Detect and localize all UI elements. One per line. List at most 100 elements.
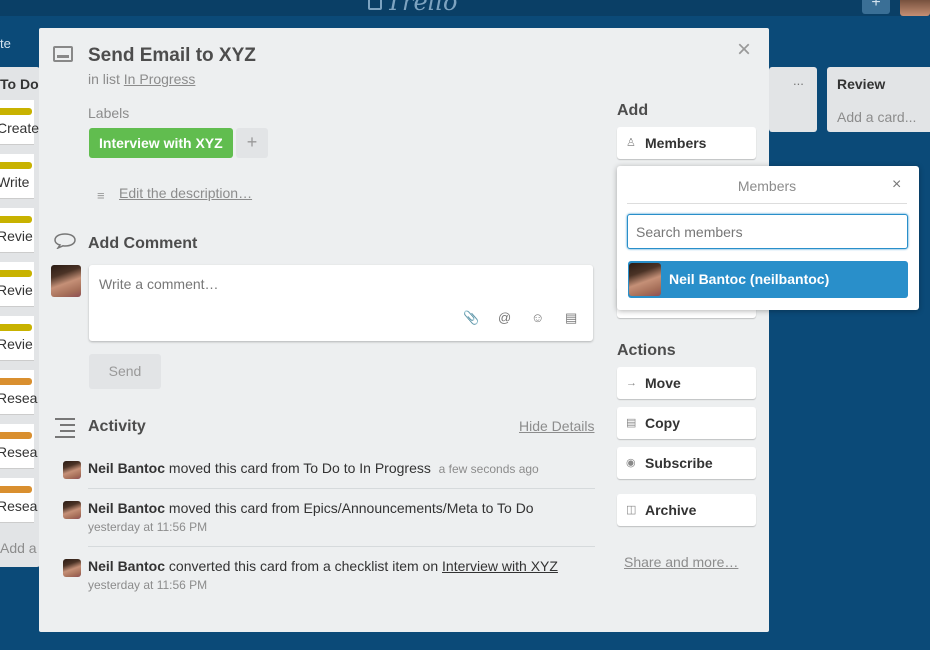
add-comment-heading: Add Comment (88, 235, 198, 252)
board-card[interactable]: Revie (0, 316, 34, 361)
avatar[interactable] (63, 461, 81, 479)
copy-button-label: Copy (645, 415, 680, 431)
add-label-button[interactable]: + (236, 128, 268, 158)
board-header: Trello + (0, 0, 930, 16)
archive-button-label: Archive (645, 502, 697, 518)
popover-title: Members (737, 178, 797, 194)
send-button[interactable]: Send (89, 354, 161, 389)
divider (627, 203, 907, 204)
activity-icon (55, 418, 75, 442)
members-popover: Members × Neil Bantoc (neilbantoc) (617, 166, 919, 310)
comment-input[interactable]: Write a comment… (89, 265, 593, 341)
board-title-fragment[interactable]: te (0, 36, 11, 51)
card-label (0, 162, 32, 169)
avatar[interactable] (63, 501, 81, 519)
card-label (0, 486, 32, 493)
card-detail-modal: × Send Email to XYZ in list In Progress … (39, 28, 769, 632)
checklist-card-link[interactable]: Interview with XYZ (442, 558, 558, 574)
trello-logo-icon[interactable] (368, 0, 382, 10)
card-title: Create (0, 120, 40, 136)
members-button-label: Members (645, 135, 707, 151)
share-and-more-link[interactable]: Share and more… (624, 554, 738, 570)
activity-user[interactable]: Neil Bantoc (88, 460, 165, 476)
person-icon: ♙ (626, 137, 636, 149)
in-list-prefix: in list (88, 71, 124, 87)
avatar (51, 265, 81, 297)
add-card-link[interactable]: Add a card... (837, 109, 916, 125)
card-title[interactable]: Send Email to XYZ (88, 45, 256, 67)
activity-item: Neil Bantoc moved this card from To Do t… (88, 460, 539, 476)
list-todo: To Do Create Write Revie Revie Revie Resea Res… (0, 67, 40, 567)
activity-heading: Activity (88, 418, 146, 435)
mention-icon[interactable]: @ (498, 310, 511, 325)
board-card[interactable]: Create (0, 100, 39, 145)
attach-icon[interactable]: 📎 (463, 310, 479, 326)
activity-action: moved this card from To Do to In Progres… (165, 460, 431, 476)
card-title: Resea (0, 498, 38, 514)
archive-button[interactable]: ◫ Archive (617, 494, 756, 526)
activity-time[interactable]: a few seconds ago (439, 462, 539, 476)
activity-user[interactable]: Neil Bantoc (88, 558, 165, 574)
arrow-right-icon: → (626, 377, 637, 389)
emoji-icon[interactable]: ☺ (531, 310, 544, 325)
card-title: Resea (0, 444, 38, 460)
activity-time[interactable]: yesterday at 11:56 PM (88, 578, 207, 592)
move-button-label: Move (645, 375, 681, 391)
list-link[interactable]: In Progress (124, 71, 196, 87)
close-icon[interactable]: × (737, 36, 751, 64)
member-result[interactable]: Neil Bantoc (neilbantoc) (628, 261, 908, 298)
card-title: Write (0, 174, 30, 190)
card-label (0, 108, 32, 115)
activity-item: Neil Bantoc moved this card from Epics/A… (88, 500, 534, 516)
list-in-progress: ... (769, 67, 817, 132)
activity-time[interactable]: yesterday at 11:56 PM (88, 520, 207, 534)
close-icon[interactable]: × (892, 176, 901, 194)
archive-icon: ◫ (626, 504, 637, 516)
copy-button[interactable]: ▤ Copy (617, 407, 756, 439)
search-members-input[interactable] (627, 214, 908, 249)
card-title: Resea (0, 390, 38, 406)
member-name: Neil Bantoc (neilbantoc) (669, 271, 830, 287)
edit-description-link[interactable]: Edit the description… (119, 185, 252, 201)
subscribe-button[interactable]: ◉ Subscribe (617, 447, 756, 479)
add-board-button[interactable]: + (862, 0, 890, 14)
eye-icon: ◉ (626, 457, 636, 469)
card-label (0, 432, 32, 439)
trello-logo[interactable]: Trello (386, 0, 457, 16)
board-card[interactable]: Resea (0, 478, 38, 523)
avatar[interactable] (63, 559, 81, 577)
copy-icon: ▤ (626, 417, 637, 429)
list-menu-icon[interactable]: ... (793, 73, 804, 88)
comment-placeholder: Write a comment… (99, 276, 219, 292)
card-list-info: in list In Progress (88, 71, 195, 87)
list-review: Review Add a card... (827, 67, 930, 132)
card-label (0, 216, 32, 223)
divider (88, 488, 595, 489)
label-chip[interactable]: Interview with XYZ (89, 128, 233, 158)
actions-heading: Actions (617, 342, 676, 359)
user-avatar[interactable] (900, 0, 930, 16)
activity-item: Neil Bantoc converted this card from a c… (88, 558, 558, 574)
labels-heading: Labels (88, 105, 130, 121)
add-card-link[interactable]: Add a (0, 540, 37, 556)
card-title: Revie (0, 336, 33, 352)
card-label (0, 324, 32, 331)
list-title[interactable]: Review (837, 76, 885, 92)
board-card[interactable]: Revie (0, 208, 34, 253)
board-card[interactable]: Resea (0, 370, 38, 415)
subscribe-button-label: Subscribe (645, 455, 713, 471)
board-card[interactable]: Revie (0, 262, 34, 307)
comment-icon (54, 233, 76, 249)
activity-user[interactable]: Neil Bantoc (88, 500, 165, 516)
board-card[interactable]: Resea (0, 424, 38, 469)
hide-details-link[interactable]: Hide Details (519, 418, 594, 434)
add-heading: Add (617, 102, 649, 119)
divider (88, 546, 595, 547)
board-card[interactable]: Write (0, 154, 34, 199)
card-title: Revie (0, 228, 33, 244)
move-button[interactable]: → Move (617, 367, 756, 399)
list-title[interactable]: To Do (0, 76, 39, 92)
card-label (0, 378, 32, 385)
card-icon[interactable]: ▤ (565, 310, 577, 326)
members-button[interactable]: ♙ Members (617, 127, 756, 159)
